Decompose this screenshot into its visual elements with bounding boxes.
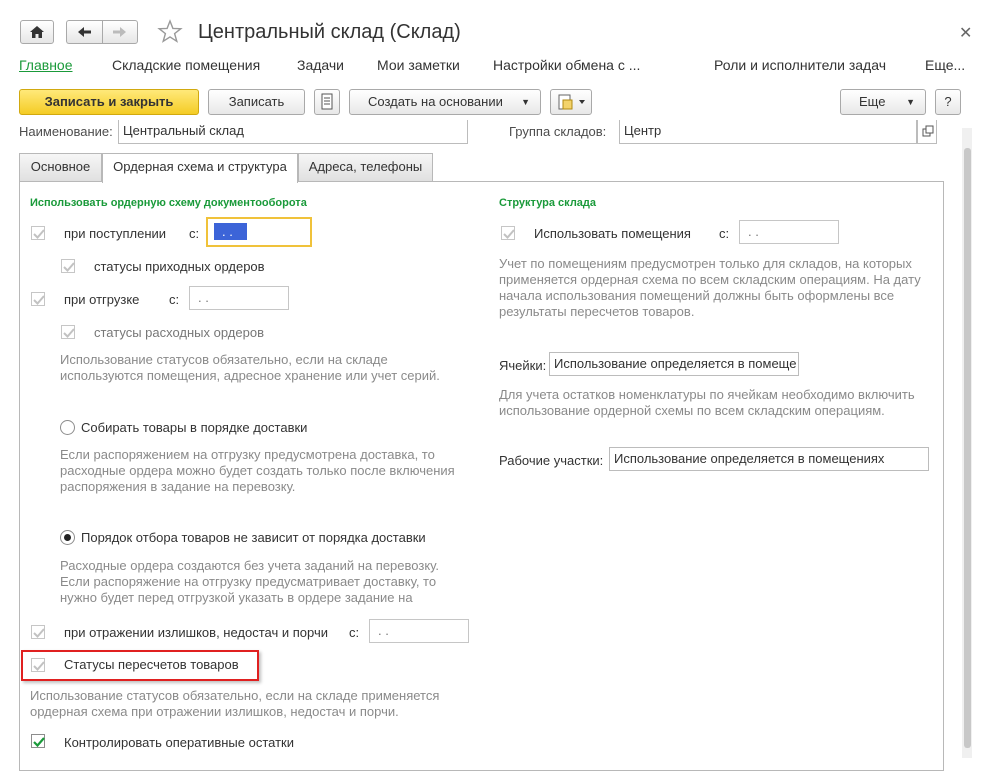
print-document-icon [558,94,585,110]
warehouse-structure-section-title: Структура склада [499,197,597,209]
work-areas-field[interactable]: Использование определяется в помещениях [609,447,929,471]
name-field[interactable]: Центральный склад [118,120,468,144]
cells-label: Ячейки: [499,358,547,373]
back-button[interactable] [66,20,102,44]
outgoing-statuses-checkbox[interactable] [61,325,75,339]
warehouse-group-field[interactable]: Центр [619,120,917,144]
chevron-down-icon: ▼ [906,97,915,107]
nav-more[interactable]: Еще... [925,57,965,73]
receipt-date-prefix: с: [189,226,200,241]
nav-storage-rooms[interactable]: Складские помещения [112,57,260,73]
arrow-left-icon [78,27,91,37]
independent-order-radio[interactable] [60,530,75,545]
independent-order-label: Порядок отбора товаров не зависит от пор… [81,530,426,545]
checkmark-icon [33,737,45,748]
create-based-on-button[interactable]: Создать на основании ▼ [349,89,541,115]
checkmark-icon [503,229,515,239]
tab-order-scheme[interactable]: Ордерная схема и структура [102,153,298,183]
close-icon[interactable]: ✕ [959,23,972,43]
nav-main[interactable]: Главное [19,57,73,73]
checkmark-icon [33,628,45,638]
use-rooms-label: Использовать помещения [534,226,691,241]
independent-order-note: Расходные ордера создаются без учета зад… [60,558,439,605]
delivery-order-note: Если распоряжением на отгрузку предусмот… [60,447,455,494]
use-rooms-checkbox[interactable] [501,226,515,240]
shipment-label: при отгрузке [64,292,140,307]
receipt-date-value: . . [214,223,247,240]
recount-statuses-note: Использование статусов обязательно, если… [30,688,440,719]
delivery-order-label: Собирать товары в порядке доставки [81,420,308,435]
home-icon [30,26,44,38]
checkmark-icon [33,295,45,305]
control-remains-label: Контролировать оперативные остатки [64,735,295,750]
order-scheme-section-title: Использовать ордерную схему документообо… [30,197,307,209]
outgoing-statuses-label: статусы расходных ордеров [94,325,264,340]
checkmark-icon [33,661,45,671]
shipment-date-field[interactable]: . . [189,286,289,310]
chevron-down-icon: ▼ [521,97,530,107]
checkmark-icon [63,328,75,338]
control-remains-checkbox[interactable] [31,734,45,748]
open-link-icon [922,125,934,137]
more-label: Еще [859,94,886,109]
receipt-label: при поступлении [64,226,167,241]
delivery-order-radio[interactable] [60,420,75,435]
create-based-on-label: Создать на основании [368,94,503,109]
print-menu-button[interactable] [550,89,592,115]
arrow-right-icon [113,27,126,37]
cells-field[interactable]: Использование определяется в помеще [549,352,799,376]
name-label: Наименование: [19,124,113,139]
save-and-close-button[interactable]: Записать и закрыть [19,89,199,115]
receipt-checkbox[interactable] [31,226,45,240]
work-areas-label: Рабочие участки: [499,453,604,468]
nav-my-notes[interactable]: Мои заметки [377,57,460,73]
open-group-button[interactable] [917,120,937,144]
favorite-star-icon[interactable] [156,18,184,49]
nav-tasks[interactable]: Задачи [297,57,344,73]
shipment-date-prefix: с: [169,292,180,307]
rooms-note: Учет по помещениям предусмотрен только д… [499,256,921,319]
recount-statuses-label: Статусы пересчетов товаров [64,657,239,672]
document-list-icon [321,93,333,110]
receipt-date-field[interactable]: . . [206,217,312,247]
report-button[interactable] [314,89,340,115]
incoming-statuses-checkbox[interactable] [61,259,75,273]
surplus-shortage-label: при отражении излишков, недостач и порчи [64,625,328,640]
more-button[interactable]: Еще ▼ [840,89,926,115]
checkmark-icon [63,262,75,272]
save-button[interactable]: Записать [208,89,305,115]
cells-note: Для учета остатков номенклатуры по ячейк… [499,387,915,418]
tab-addresses[interactable]: Адреса, телефоны [298,153,433,181]
statuses-note: Использование статусов обязательно, если… [60,352,440,383]
home-button[interactable] [20,20,54,44]
warehouse-group-label: Группа складов: [509,124,607,139]
scrollbar-thumb[interactable] [964,148,971,748]
nav-roles-executors[interactable]: Роли и исполнители задач [714,57,886,73]
help-button[interactable]: ? [935,89,961,115]
checkmark-icon [33,229,45,239]
incoming-statuses-label: статусы приходных ордеров [94,259,265,274]
nav-exchange-settings[interactable]: Настройки обмена с ... [493,57,640,73]
forward-button[interactable] [102,20,138,44]
tab-main[interactable]: Основное [19,153,102,181]
shipment-checkbox[interactable] [31,292,45,306]
rooms-date-prefix: с: [719,226,730,241]
surplus-date-prefix: с: [349,625,360,640]
rooms-date-field[interactable]: . . [739,220,839,244]
surplus-date-field[interactable]: . . [369,619,469,643]
window-title: Центральный склад (Склад) [198,21,461,43]
surplus-shortage-checkbox[interactable] [31,625,45,639]
recount-statuses-checkbox[interactable] [31,658,45,672]
